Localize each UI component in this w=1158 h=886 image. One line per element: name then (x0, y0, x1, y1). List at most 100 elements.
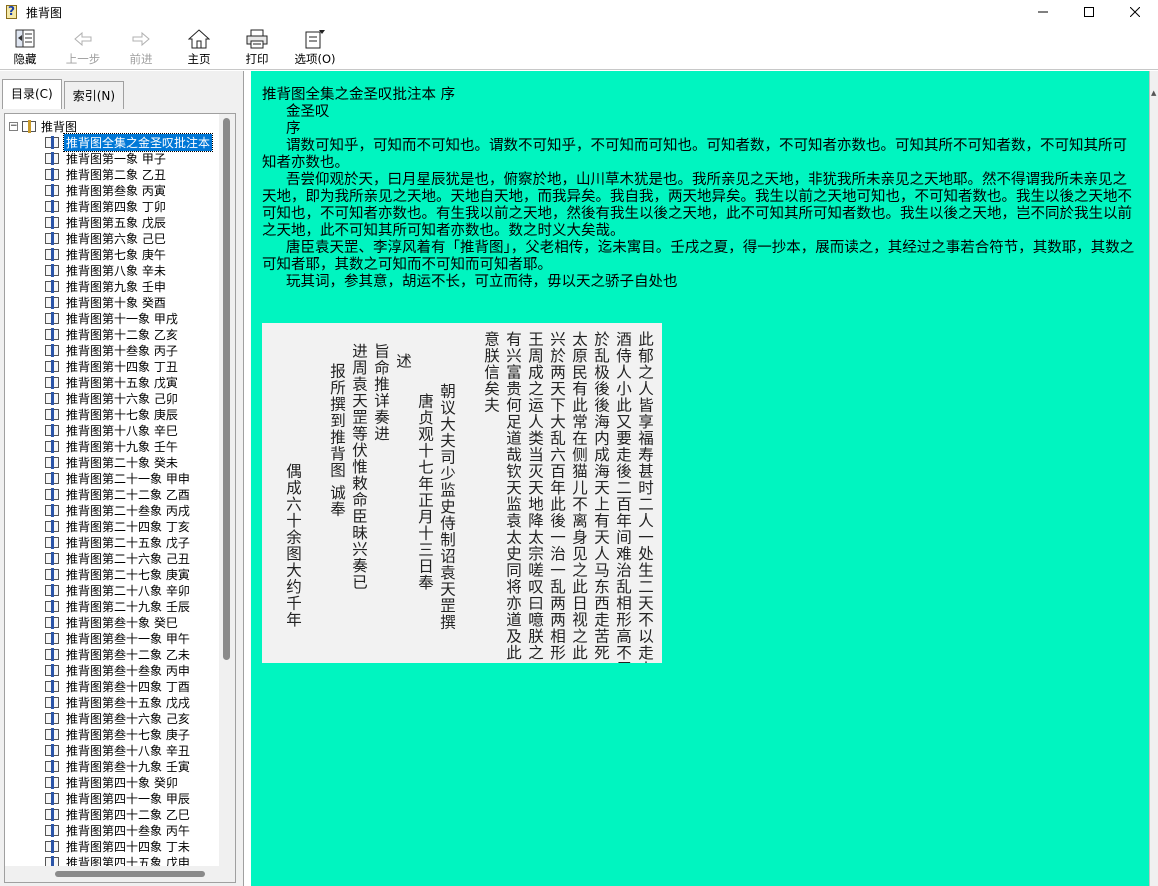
tree-item[interactable]: 推背图第二十九象 壬辰 (45, 598, 212, 614)
tree-item-label: 推背图第四十象 癸卯 (66, 775, 178, 790)
tree-item[interactable]: 推背图第四十一象 甲辰 (45, 790, 212, 806)
maximize-button[interactable] (1066, 0, 1112, 24)
tree-item[interactable]: 推背图第十象 癸酉 (45, 294, 212, 310)
tree-horizontal-scrollbar[interactable] (5, 866, 235, 882)
tree-item[interactable]: 推背图第四十四象 丁未 (45, 838, 212, 854)
tree-item[interactable]: 推背图第四十象 癸卯 (45, 774, 212, 790)
tree-item[interactable]: 推背图第八象 辛未 (45, 262, 212, 278)
tree-item[interactable]: 推背图第二十六象 己丑 (45, 550, 212, 566)
paragraph: 吾尝仰观於天，曰月星辰犹是也，俯察於地，山川草木犹是也。我所亲见之天地，非犹我所… (262, 172, 1132, 239)
tree-item[interactable]: 推背图第叁十叁象 丙申 (45, 662, 212, 678)
forward-button[interactable]: 前进 (112, 24, 170, 70)
tree-item[interactable]: 推背图第叁十象 癸巳 (45, 614, 212, 630)
manuscript-column: 王周成之运人类当灭天地降太宗嗟叹曰噫朕之 (526, 331, 544, 661)
tree-item[interactable]: 推背图第十二象 乙亥 (45, 326, 212, 342)
tree-item[interactable]: 推背图第四十五象 戊申 (45, 854, 212, 866)
tree-item[interactable]: 推背图第叁象 丙寅 (45, 182, 212, 198)
book-icon (45, 215, 60, 229)
tree-item[interactable]: 推背图第四象 丁卯 (45, 198, 212, 214)
tree-item[interactable]: 推背图第一象 甲子 (45, 150, 212, 166)
print-label: 打印 (245, 52, 269, 66)
manuscript-scan-image: 此郁之人皆享福寿甚时二人一处生二天不以走大此 酒侍人小此又要走後二百年间难治乱相形… (262, 323, 662, 663)
book-icon (45, 727, 60, 741)
back-button[interactable]: 上一步 (54, 24, 112, 70)
tree-item-label: 推背图第十六象 己卯 (66, 391, 178, 406)
book-icon (45, 711, 60, 725)
tree-item-label: 推背图第叁十二象 乙未 (66, 647, 190, 662)
tree-item[interactable]: 推背图第叁十一象 甲午 (45, 630, 212, 646)
tree-item[interactable]: 推背图全集之金圣叹批注本 (45, 132, 214, 152)
tree-vertical-scrollbar[interactable] (219, 114, 235, 866)
manuscript-column: 进周袁天罡等伏惟敕命臣昧兴奏已 (350, 343, 368, 591)
tree-item[interactable]: 推背图第叁十六象 己亥 (45, 710, 212, 726)
book-icon (45, 583, 60, 597)
options-button[interactable]: 选项(O) (286, 24, 344, 70)
manuscript-column: 意朕信矣夫 (482, 331, 500, 414)
tree-item[interactable]: 推背图第二十一象 甲申 (45, 470, 212, 486)
tree-item-label: 推背图第四十叁象 丙午 (66, 823, 190, 838)
tree-item-label: 推背图第十象 癸酉 (66, 295, 166, 310)
content-scrollbar[interactable]: ▲ (1149, 71, 1158, 886)
tree-item[interactable]: 推背图第九象 壬申 (45, 278, 212, 294)
home-button[interactable]: 主页 (170, 24, 228, 70)
tree-item[interactable]: 推背图第十四象 丁丑 (45, 358, 212, 374)
book-icon (45, 471, 60, 485)
tree-item-label: 推背图第叁十一象 甲午 (66, 631, 190, 646)
tree-item[interactable]: 推背图第十七象 庚辰 (45, 406, 212, 422)
topic-text: 推背图全集之金圣叹批注本 序 金圣叹 序 谓数可知乎，可知而不可知也。谓数不可知… (262, 87, 1136, 291)
book-icon (45, 199, 60, 213)
tree-item[interactable]: 推背图第四十二象 乙巳 (45, 806, 212, 822)
tree-items: 推背图全集之金圣叹批注本 推背图第一象 甲子 推背图第二象 乙丑 推背图第叁象 丙寅推… (45, 132, 214, 866)
print-button[interactable]: 打印 (228, 24, 286, 70)
tree-item[interactable]: 推背图第二十二象 乙酉 (45, 486, 212, 502)
navigation-pane: 目录(C) 索引(N) − 推背图 推背图全集之金圣叹批注本 推背图第一象 甲子推… (0, 71, 244, 886)
manuscript-column: 报所撰到推背图 诚奉 (328, 363, 346, 518)
tree-item[interactable]: 推背图第二十八象 辛卯 (45, 582, 212, 598)
tree-item-label: 推背图第二十一象 甲申 (66, 471, 190, 486)
tab-contents[interactable]: 目录(C) (2, 79, 62, 109)
minimize-button[interactable] (1020, 0, 1066, 24)
book-icon (45, 423, 60, 437)
tree-item[interactable]: 推背图第十五象 戊寅 (45, 374, 212, 390)
tree-item[interactable]: 推背图第二十象 癸未 (45, 454, 212, 470)
tree-item[interactable]: 推背图第二象 乙丑 (45, 166, 212, 182)
tree-item-label: 推背图第叁十四象 丁酉 (66, 679, 190, 694)
tree-item[interactable]: 推背图第四十叁象 丙午 (45, 822, 212, 838)
book-icon (45, 183, 60, 197)
book-icon (45, 407, 60, 421)
tree-item-label: 推背图第十叁象 丙子 (66, 343, 178, 358)
tree-item[interactable]: 推背图第叁十九象 壬寅 (45, 758, 212, 774)
book-icon (45, 311, 60, 325)
book-icon (45, 599, 60, 613)
tree-item-label: 推背图第十二象 乙亥 (66, 327, 178, 342)
tree-item[interactable]: 推背图第二十叁象 丙戌 (45, 502, 212, 518)
tree-root[interactable]: − 推背图 (9, 118, 77, 134)
options-icon (303, 28, 327, 50)
close-button[interactable] (1112, 0, 1158, 24)
tree-item[interactable]: 推背图第叁十二象 乙未 (45, 646, 212, 662)
manuscript-column: 述 (394, 353, 412, 370)
tree-item[interactable]: 推背图第六象 己巳 (45, 230, 212, 246)
tree-item[interactable]: 推背图第叁十四象 丁酉 (45, 678, 212, 694)
tree-item[interactable]: 推背图第叁十七象 庚子 (45, 726, 212, 742)
tree-item-label: 推背图第叁十七象 庚子 (66, 727, 190, 742)
collapse-icon[interactable]: − (9, 121, 18, 131)
tree-item[interactable]: 推背图第十八象 辛巳 (45, 422, 212, 438)
tree-item[interactable]: 推背图第二十七象 庚寅 (45, 566, 212, 582)
tree-item[interactable]: 推背图第十叁象 丙子 (45, 342, 212, 358)
tab-index[interactable]: 索引(N) (63, 81, 125, 109)
book-icon (45, 455, 60, 469)
tree-item[interactable]: 推背图第十六象 己卯 (45, 390, 212, 406)
tree-item[interactable]: 推背图第十一象 甲戌 (45, 310, 212, 326)
hide-button[interactable]: 隐藏 (0, 24, 54, 70)
help-book-icon: ? (4, 4, 20, 20)
tree-item[interactable]: 推背图第叁十五象 戊戌 (45, 694, 212, 710)
tree-item[interactable]: 推背图第七象 庚午 (45, 246, 212, 262)
tree-item[interactable]: 推背图第五象 戊辰 (45, 214, 212, 230)
tree-item[interactable]: 推背图第叁十八象 辛丑 (45, 742, 212, 758)
book-icon (45, 231, 60, 245)
book-icon (45, 167, 60, 181)
tree-item[interactable]: 推背图第二十四象 丁亥 (45, 518, 212, 534)
tree-item[interactable]: 推背图第十九象 壬午 (45, 438, 212, 454)
tree-item[interactable]: 推背图第二十五象 戊子 (45, 534, 212, 550)
